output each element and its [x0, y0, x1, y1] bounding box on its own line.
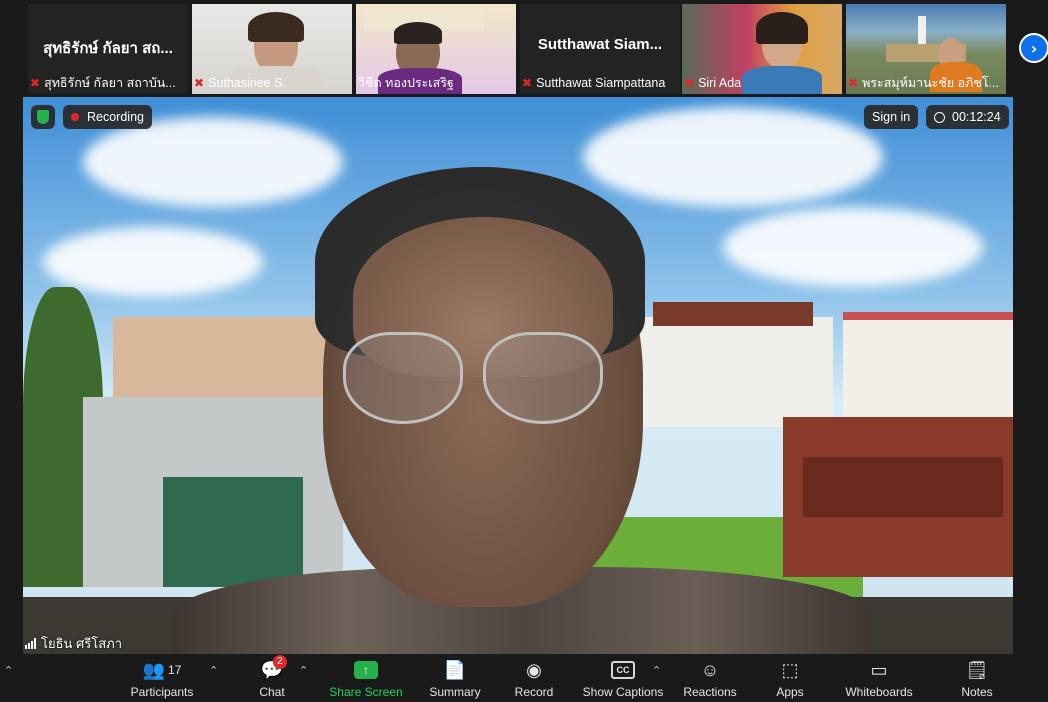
- summary-button[interactable]: 📄 Summary: [427, 656, 483, 702]
- participant-display-name: สุทธิรักษ์ กัลยา สถ...: [43, 40, 173, 57]
- chat-button[interactable]: 💬 2 Chat: [252, 655, 292, 702]
- record-label: Record: [514, 685, 554, 699]
- whiteboard-icon: ▭: [870, 659, 888, 680]
- notes-button[interactable]: 🗒 Notes: [958, 656, 996, 702]
- chat-unread-badge: 2: [272, 655, 287, 669]
- active-speaker-video: Recording Sign in 00:12:24 โยธิน ศรีโสภา: [23, 97, 1013, 654]
- clock-icon: [934, 111, 945, 123]
- notes-icon: 🗒: [965, 659, 989, 680]
- participants-button[interactable]: 👥 17 Participants: [129, 656, 195, 702]
- participants-label: Participants: [130, 685, 194, 699]
- active-speaker-label: โยธิน ศรีโสภา: [25, 633, 122, 653]
- background-building: [613, 317, 833, 427]
- mic-muted-icon: ✖: [30, 76, 41, 90]
- participant-tile[interactable]: ✖ Suthasinee S.: [192, 4, 352, 94]
- participant-name-label: ✖ Siri Ada: [684, 76, 742, 90]
- record-icon: ◉: [526, 659, 542, 680]
- apps-icon: ⬚: [781, 659, 799, 680]
- captions-icon: CC: [611, 661, 635, 679]
- participants-icon: 👥: [142, 659, 166, 680]
- chat-options-chevron-icon[interactable]: ⌃: [299, 664, 308, 677]
- summary-label: Summary: [429, 685, 481, 699]
- participants-options-chevron-icon[interactable]: ⌃: [209, 664, 218, 677]
- participant-tile[interactable]: ✖ พระสมุห์มานะชัย อภิชโ...: [846, 4, 1006, 94]
- whiteboards-button[interactable]: ▭ Whiteboards: [843, 656, 915, 702]
- record-button[interactable]: ◉ Record: [512, 656, 556, 702]
- background-building: [843, 312, 1013, 422]
- participant-name-label: วิชิต ทองประเสริฐ: [358, 76, 454, 90]
- meeting-timer[interactable]: 00:12:24: [926, 105, 1009, 129]
- chevron-right-icon: ›: [1030, 38, 1038, 58]
- speaker-glasses-left: [343, 332, 463, 424]
- speaker-glasses-right: [483, 332, 603, 424]
- reactions-icon: ☺: [700, 659, 720, 680]
- background-cloud: [83, 117, 343, 207]
- background-cloud: [723, 207, 983, 287]
- participant-name-label: ✖ สุทธิรักษ์ กัลยา สถาบัน...: [30, 76, 176, 90]
- background-cloud: [583, 107, 883, 207]
- apps-label: Apps: [776, 685, 804, 699]
- background-building-entrance: [163, 477, 303, 587]
- participant-tile[interactable]: ✖ Siri Ada: [682, 4, 842, 94]
- participant-name-label: ✖ Sutthawat Siampattana: [522, 76, 666, 90]
- participant-name-label: ✖ พระสมุห์มานะชัย อภิชโ...: [848, 76, 1000, 90]
- mic-muted-icon: ✖: [684, 76, 695, 90]
- participant-thumbnail-strip: สุทธิรักษ์ กัลยา สถ... ✖ สุทธิรักษ์ กัลยา…: [28, 4, 1008, 94]
- reactions-label: Reactions: [683, 685, 737, 699]
- participant-tile[interactable]: Sutthawat Siam... ✖ Sutthawat Siampattana: [520, 4, 680, 94]
- participants-count: 17: [168, 663, 182, 677]
- summary-icon: 📄: [443, 659, 467, 680]
- share-screen-button[interactable]: ↑ Share Screen: [329, 656, 403, 702]
- sign-in-button[interactable]: Sign in: [864, 105, 919, 129]
- recording-indicator[interactable]: Recording: [63, 105, 152, 129]
- signal-strength-icon: [25, 637, 36, 649]
- background-cloud: [43, 227, 263, 297]
- zoom-meeting-window: สุทธิรักษ์ กัลยา สถ... ✖ สุทธิรักษ์ กัลยา…: [0, 0, 1048, 702]
- share-screen-label: Share Screen: [329, 685, 403, 699]
- mic-muted-icon: ✖: [848, 76, 859, 90]
- apps-button[interactable]: ⬚ Apps: [772, 656, 808, 702]
- next-page-button[interactable]: ›: [1019, 33, 1048, 63]
- participant-tile[interactable]: วิชิต ทองประเสริฐ: [356, 4, 516, 94]
- background-sign-panel: [803, 457, 1003, 517]
- mic-muted-icon: ✖: [194, 76, 205, 90]
- background-roof: [653, 302, 813, 326]
- whiteboards-label: Whiteboards: [845, 685, 913, 699]
- chat-label: Chat: [259, 685, 285, 699]
- captions-options-chevron-icon[interactable]: ⌃: [652, 664, 661, 677]
- share-screen-icon: ↑: [354, 661, 378, 679]
- encryption-shield-icon[interactable]: [31, 105, 55, 129]
- reactions-button[interactable]: ☺ Reactions: [682, 656, 738, 702]
- show-captions-label: Show Captions: [582, 685, 664, 699]
- chevron-up-icon[interactable]: ⌃: [4, 664, 13, 677]
- participant-display-name: Sutthawat Siam...: [537, 36, 663, 53]
- notes-label: Notes: [961, 685, 993, 699]
- meeting-toolbar: ⌃ 👥 17 Participants ⌃ 💬 2 Chat ⌃ ↑ Share S…: [0, 655, 1048, 702]
- participant-name-label: ✖ Suthasinee S.: [194, 76, 286, 90]
- record-dot-icon: [71, 113, 79, 121]
- show-captions-button[interactable]: CC Show Captions: [582, 656, 664, 702]
- mic-muted-icon: ✖: [522, 76, 533, 90]
- participant-tile[interactable]: สุทธิรักษ์ กัลยา สถ... ✖ สุทธิรักษ์ กัลยา…: [28, 4, 188, 94]
